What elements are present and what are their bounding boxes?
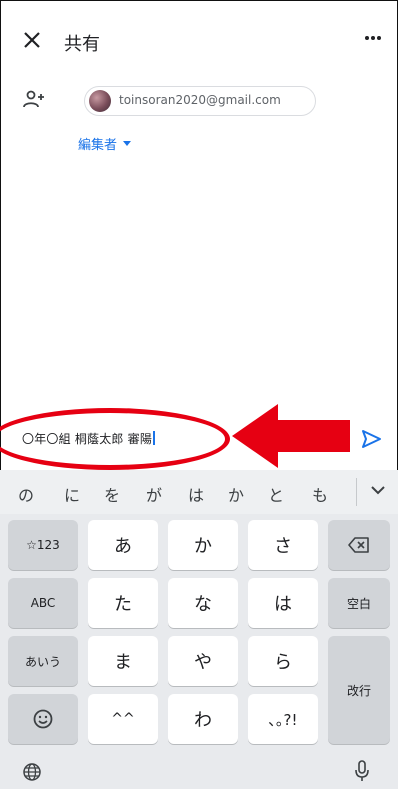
key-na[interactable]: な	[168, 578, 238, 628]
suggestion-item[interactable]: か	[228, 482, 244, 506]
suggestion-item[interactable]: の	[18, 482, 34, 506]
suggestion-bar: の に を が は か と も	[0, 470, 398, 514]
key-sa[interactable]: さ	[248, 520, 318, 570]
enter-key[interactable]: 改行	[328, 636, 390, 744]
backspace-key[interactable]	[328, 520, 390, 570]
microphone-icon[interactable]	[354, 760, 370, 782]
recipient-chip[interactable]: toinsoran2020@gmail.com	[84, 86, 316, 116]
space-key[interactable]: 空白	[328, 578, 390, 628]
suggestion-item[interactable]: は	[188, 482, 204, 506]
kana-mode-key[interactable]: あいう	[8, 636, 78, 686]
avatar	[89, 90, 111, 112]
close-icon[interactable]	[22, 30, 42, 50]
key-ma[interactable]: ま	[88, 636, 158, 686]
key-kigou[interactable]: ^^	[88, 694, 158, 744]
arrow-left-icon	[232, 404, 350, 468]
suggestion-item[interactable]: が	[146, 482, 162, 506]
key-a[interactable]: あ	[88, 520, 158, 570]
header: 共有	[0, 0, 398, 80]
chevron-down-icon[interactable]	[370, 484, 386, 496]
key-ha[interactable]: は	[248, 578, 318, 628]
role-dropdown[interactable]: 編集者	[78, 134, 132, 153]
send-icon[interactable]	[360, 428, 382, 450]
suggestion-item[interactable]: に	[64, 482, 80, 506]
key-ra[interactable]: ら	[248, 636, 318, 686]
recipient-email: toinsoran2020@gmail.com	[119, 93, 281, 107]
divider	[356, 478, 357, 506]
key-ta[interactable]: た	[88, 578, 158, 628]
key-ya[interactable]: や	[168, 636, 238, 686]
key-ka[interactable]: か	[168, 520, 238, 570]
role-label: 編集者	[78, 138, 118, 153]
keyboard: の に を が は か と も ☆123 あ か さ ABC た な は 空白 …	[0, 470, 398, 789]
key-punctuation[interactable]: ､｡?!	[248, 694, 318, 744]
suggestion-item[interactable]: を	[104, 482, 120, 506]
emoji-icon	[33, 709, 53, 729]
emoji-key[interactable]	[8, 694, 78, 744]
page-title: 共有	[64, 34, 100, 55]
add-person-icon	[23, 90, 44, 108]
keyboard-bottom-bar	[0, 760, 398, 789]
symbol-mode-key[interactable]: ☆123	[8, 520, 78, 570]
more-options-icon[interactable]	[364, 35, 382, 41]
abc-mode-key[interactable]: ABC	[8, 578, 78, 628]
chevron-down-icon	[123, 141, 132, 146]
backspace-icon	[348, 537, 369, 553]
globe-icon[interactable]	[22, 762, 42, 782]
suggestion-item[interactable]: と	[268, 482, 284, 506]
highlight-ellipse	[0, 408, 230, 470]
suggestion-item[interactable]: も	[312, 482, 328, 506]
key-wa[interactable]: わ	[168, 694, 238, 744]
